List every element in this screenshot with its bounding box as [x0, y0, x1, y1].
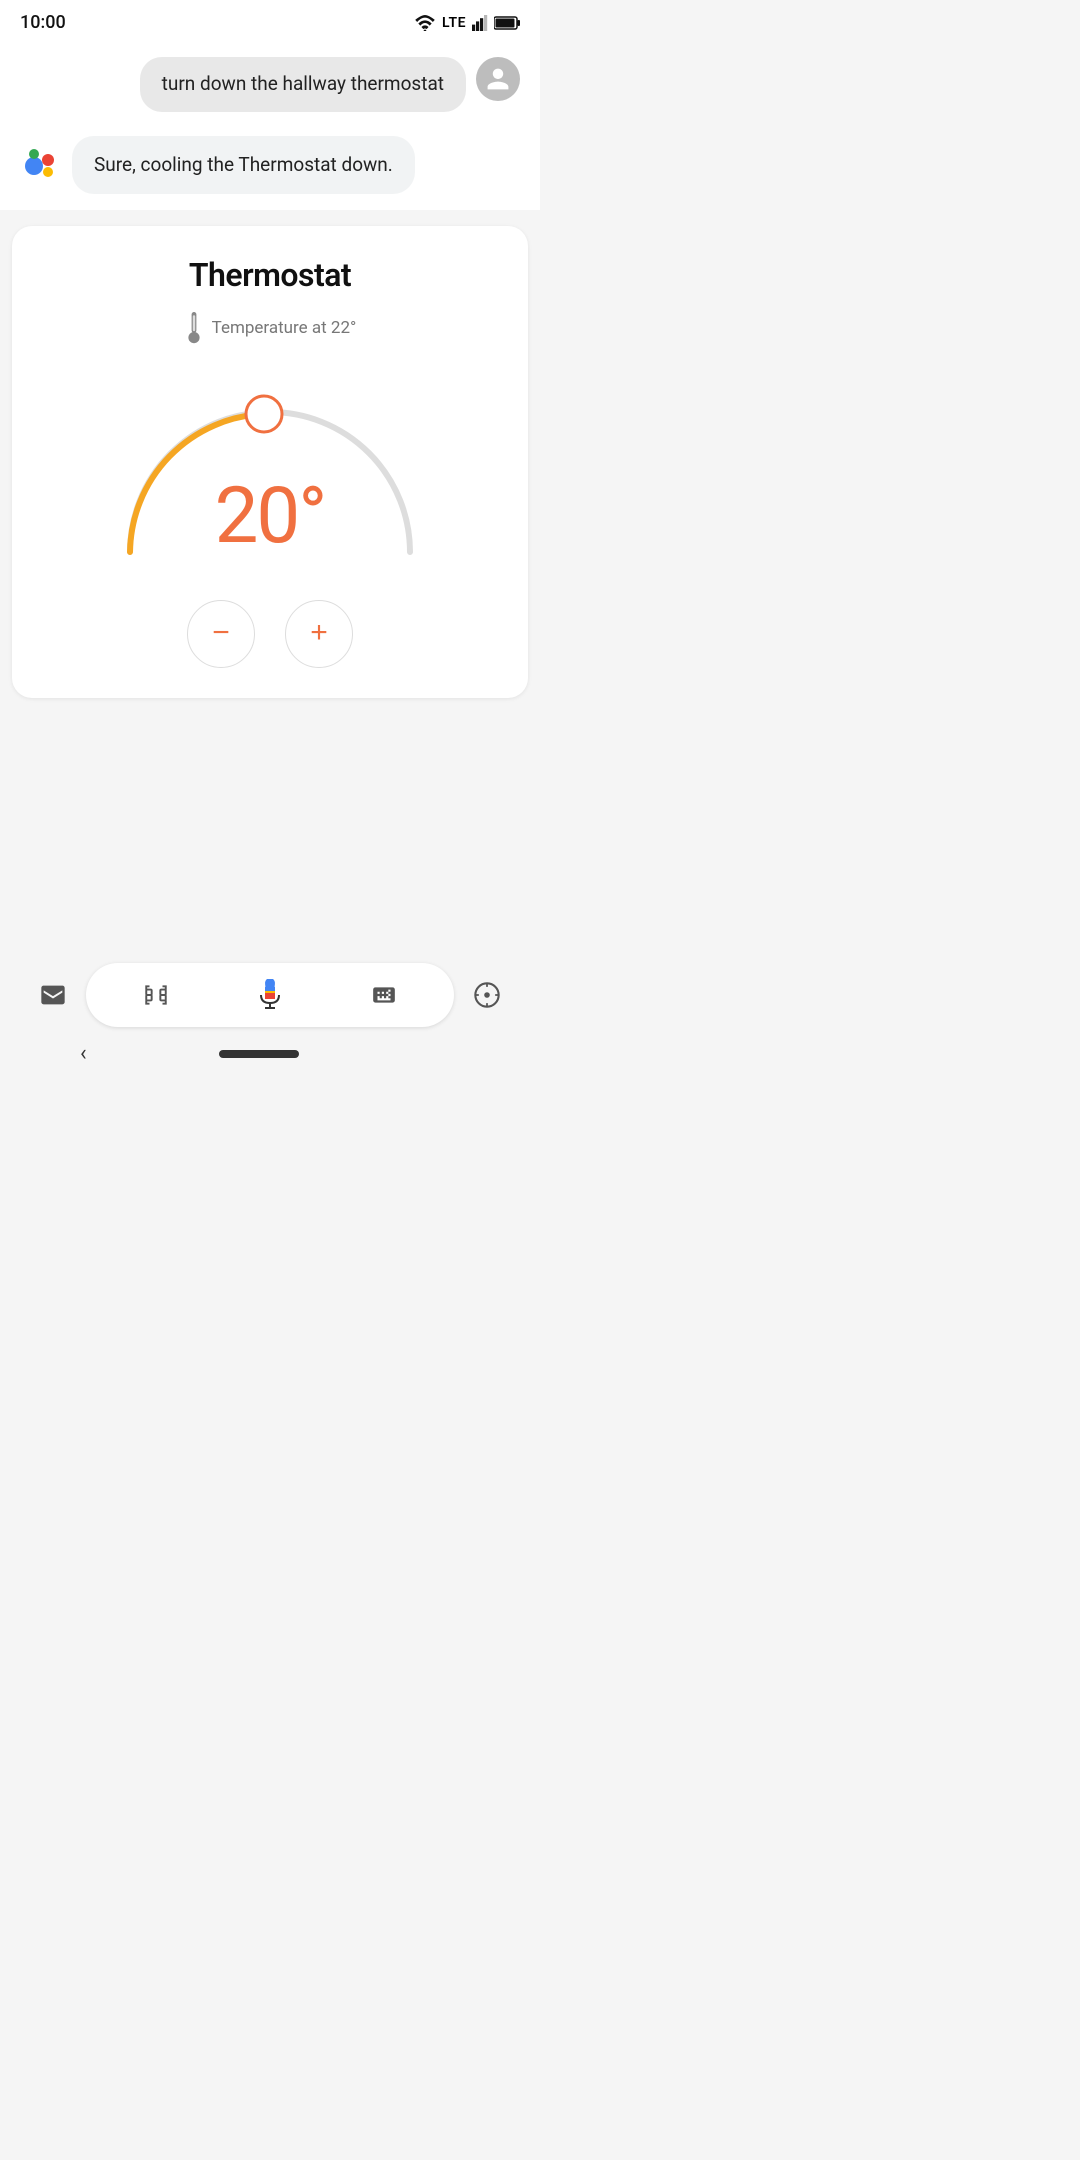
- status-time: 10:00: [20, 12, 66, 33]
- mic-button[interactable]: [248, 973, 292, 1017]
- user-bubble: turn down the hallway thermostat: [140, 57, 466, 112]
- controls-row: − +: [187, 600, 353, 668]
- thermometer-icon: [184, 312, 204, 344]
- home-pill[interactable]: [219, 1050, 299, 1058]
- increase-icon: +: [310, 618, 328, 648]
- nav-bar: ‹: [0, 1037, 540, 1080]
- keyboard-icon: [371, 982, 397, 1008]
- signal-icon: [472, 15, 488, 31]
- thermostat-title: Thermostat: [189, 256, 351, 294]
- thermostat-card: Thermostat Temperature at 22° 20° − +: [12, 226, 528, 698]
- google-assistant-dots: [20, 138, 66, 184]
- status-icons: LTE: [414, 15, 520, 31]
- keyboard-button[interactable]: [363, 974, 405, 1016]
- assistant-inbox-button[interactable]: [28, 970, 78, 1020]
- assistant-bubble: Sure, cooling the Thermostat down.: [72, 136, 415, 195]
- person-icon: [485, 66, 511, 92]
- temp-display: 20°: [215, 471, 326, 562]
- temp-label-row: Temperature at 22°: [184, 312, 357, 344]
- decrease-icon: −: [212, 618, 230, 648]
- increase-button[interactable]: +: [285, 600, 353, 668]
- user-avatar: [476, 57, 520, 101]
- inbox-icon: [39, 981, 67, 1009]
- back-button[interactable]: ‹: [80, 1041, 87, 1066]
- user-message-row: turn down the hallway thermostat: [20, 57, 520, 112]
- decrease-button[interactable]: −: [187, 600, 255, 668]
- status-bar: 10:00 LTE: [0, 0, 540, 41]
- compass-button[interactable]: [462, 970, 512, 1020]
- lte-label: LTE: [442, 15, 466, 31]
- gauge-wrapper: 20°: [100, 362, 440, 572]
- wifi-icon: [414, 15, 436, 31]
- temp-label-text: Temperature at 22°: [212, 318, 357, 338]
- assistant-bar: [0, 963, 540, 1037]
- assistant-row: Sure, cooling the Thermostat down.: [20, 136, 520, 195]
- mic-icon: [254, 979, 286, 1011]
- chat-area: turn down the hallway thermostat Sure, c…: [0, 41, 540, 210]
- input-pill: [86, 963, 454, 1027]
- compass-icon: [473, 981, 501, 1009]
- bottom-area: ‹: [0, 953, 540, 1080]
- battery-icon: [494, 16, 520, 30]
- camera-scan-button[interactable]: [135, 974, 177, 1016]
- camera-scan-icon: [143, 982, 169, 1008]
